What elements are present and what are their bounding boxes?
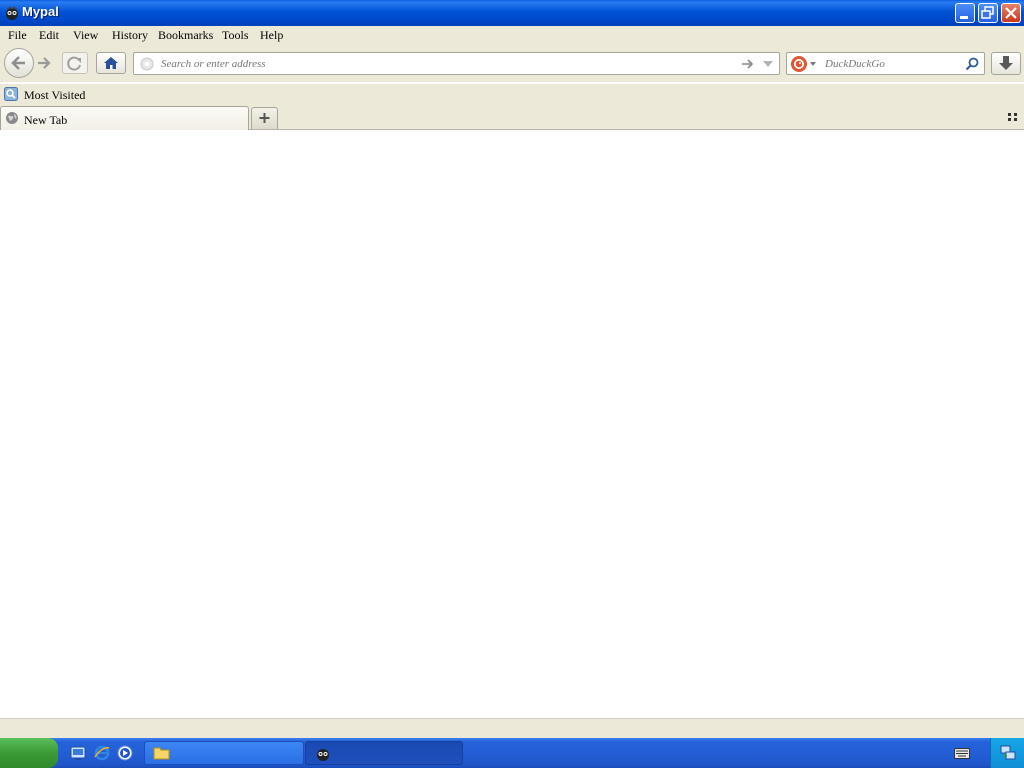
bookmarks-toolbar: Most Visited: [0, 84, 1024, 105]
search-icon[interactable]: [964, 56, 980, 72]
window-title: Mypal: [22, 4, 59, 19]
menu-tools[interactable]: Tools: [222, 28, 249, 43]
minimize-icon: [960, 16, 968, 19]
desktop-icon[interactable]: [70, 745, 86, 761]
forward-button[interactable]: [34, 53, 56, 73]
page-content[interactable]: [0, 130, 1024, 718]
menu-history[interactable]: History: [112, 28, 148, 43]
site-identity-icon: [140, 57, 154, 71]
minimize-button[interactable]: [955, 3, 975, 23]
list-all-tabs-icon[interactable]: [1007, 112, 1019, 122]
internet-explorer-icon[interactable]: [94, 745, 110, 761]
home-icon: [104, 57, 118, 69]
menu-help[interactable]: Help: [260, 28, 283, 43]
tab-strip: New Tab: [0, 105, 1024, 130]
start-button[interactable]: [0, 738, 58, 768]
home-button[interactable]: [96, 52, 126, 74]
close-icon: [1005, 7, 1017, 19]
menu-file[interactable]: File: [8, 28, 27, 43]
taskbar-item-folder[interactable]: [144, 741, 304, 765]
system-tray: [990, 738, 1024, 768]
taskbar: [0, 738, 1024, 768]
menu-bookmarks[interactable]: Bookmarks: [158, 28, 213, 43]
close-button[interactable]: [1001, 3, 1021, 23]
search-bar[interactable]: [786, 52, 985, 75]
bookmark-most-visited[interactable]: Most Visited: [24, 88, 85, 103]
restore-icon: [981, 6, 994, 19]
back-button[interactable]: [4, 48, 34, 78]
new-tab-button[interactable]: [251, 107, 278, 129]
status-bar: [0, 718, 1024, 738]
back-arrow-icon: [11, 56, 25, 70]
network-icon[interactable]: [999, 744, 1017, 762]
navigation-toolbar: [0, 46, 1024, 82]
address-input[interactable]: [161, 55, 731, 72]
mypal-icon: [317, 749, 329, 761]
mypal-logo-icon: [6, 6, 18, 20]
menu-view[interactable]: View: [73, 28, 98, 43]
reload-button[interactable]: [62, 52, 88, 74]
menu-edit[interactable]: Edit: [39, 28, 59, 43]
media-player-icon[interactable]: [117, 745, 133, 761]
tab-label: New Tab: [24, 113, 68, 127]
search-engine-dropdown-icon[interactable]: [810, 62, 816, 66]
plus-icon: [259, 113, 270, 123]
most-visited-icon: [4, 87, 18, 101]
globe-icon: [6, 112, 18, 124]
download-arrow-icon: [999, 56, 1013, 70]
duckduckgo-icon[interactable]: [791, 56, 807, 72]
search-input[interactable]: [825, 55, 955, 72]
reload-icon: [67, 56, 81, 71]
window-titlebar[interactable]: Mypal: [0, 0, 1024, 26]
downloads-button[interactable]: [991, 52, 1021, 75]
history-dropdown-icon[interactable]: [761, 58, 775, 70]
folder-icon: [153, 747, 170, 760]
menu-bar: File Edit View History Bookmarks Tools H…: [0, 26, 1024, 46]
address-bar[interactable]: [133, 52, 780, 75]
forward-arrow-icon: [38, 57, 51, 69]
go-arrow-icon[interactable]: [741, 58, 755, 70]
restore-button[interactable]: [978, 3, 998, 23]
keyboard-icon[interactable]: [954, 748, 970, 759]
tab-new-tab[interactable]: New Tab: [0, 106, 249, 130]
taskbar-item-mypal[interactable]: [305, 741, 463, 765]
